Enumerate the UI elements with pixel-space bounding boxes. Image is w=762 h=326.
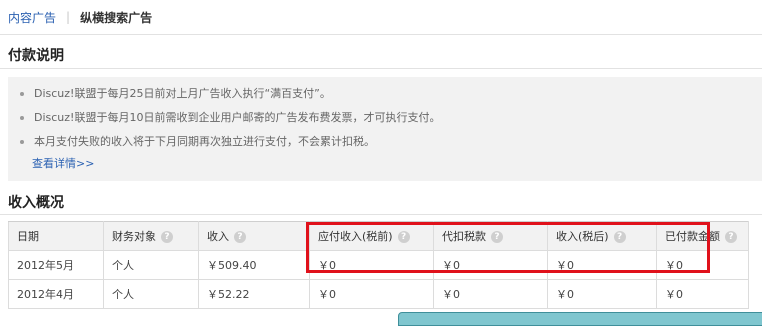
- cell-finance-target: 个人: [103, 279, 199, 309]
- view-details-link[interactable]: 查看详情>>: [32, 155, 94, 171]
- cell-payable-pretax: ￥0: [309, 279, 434, 309]
- column-header-withholding-tax: 代扣税款?: [433, 221, 548, 251]
- question-circle-icon[interactable]: ?: [161, 231, 173, 243]
- column-header-payable-pretax: 应付收入(税前)?: [309, 221, 434, 251]
- question-circle-icon[interactable]: ?: [613, 231, 626, 243]
- cell-payable-pretax: ￥0: [309, 250, 434, 280]
- breadcrumb-link-content-ads[interactable]: 内容广告: [8, 9, 56, 26]
- table-header-row: 日期 财务对象? 收入? 应付收入(税前)? 代扣税款? 收入(税后)? 已付款…: [8, 221, 749, 251]
- bottom-panel-tab[interactable]: [398, 312, 762, 326]
- column-header-income: 收入?: [198, 221, 310, 251]
- cell-income-after-tax: ￥0: [547, 250, 657, 280]
- notice-item: 本月支付失败的收入将于下月同期再次独立进行支付，不会累计扣税。: [20, 133, 762, 157]
- table-row: 2012年4月 个人 ￥52.22 ￥0 ￥0 ￥0 ￥0: [8, 279, 749, 309]
- cell-paid-amount: ￥0: [656, 279, 749, 309]
- question-circle-icon[interactable]: ?: [725, 231, 737, 243]
- cell-date: 2012年4月: [8, 279, 104, 309]
- cell-income-after-tax: ￥0: [547, 279, 657, 309]
- divider: [0, 214, 762, 215]
- column-header-finance-target: 财务对象?: [103, 221, 199, 251]
- income-table: 日期 财务对象? 收入? 应付收入(税前)? 代扣税款? 收入(税后)? 已付款…: [8, 221, 749, 309]
- cell-paid-amount: ￥0: [656, 250, 749, 280]
- question-circle-icon[interactable]: ?: [491, 231, 503, 243]
- cell-income: ￥509.40: [198, 250, 310, 280]
- question-circle-icon[interactable]: ?: [397, 231, 410, 243]
- notice-item: Discuz!联盟于每月10日前需收到企业用户邮寄的广告发布费发票，才可执行支付…: [20, 109, 762, 133]
- breadcrumb: 内容广告 | 纵横搜索广告: [8, 8, 152, 26]
- divider: [0, 68, 762, 69]
- cell-date: 2012年5月: [8, 250, 104, 280]
- payment-notice-panel: Discuz!联盟于每月25日前对上月广告收入执行“满百支付”。 Discuz!…: [8, 77, 762, 181]
- column-header-income-after-tax: 收入(税后)?: [547, 221, 657, 251]
- breadcrumb-current: 纵横搜索广告: [80, 10, 153, 25]
- cell-withholding-tax: ￥0: [433, 250, 548, 280]
- cell-withholding-tax: ￥0: [433, 279, 548, 309]
- payment-section-title: 付款说明: [8, 48, 64, 64]
- income-section-title: 收入概况: [8, 195, 64, 211]
- table-row: 2012年5月 个人 ￥509.40 ￥0 ￥0 ￥0 ￥0: [8, 250, 749, 280]
- divider: [0, 34, 762, 35]
- column-header-paid-amount: 已付款金额?: [656, 221, 749, 251]
- question-circle-icon[interactable]: ?: [234, 231, 246, 243]
- cell-income: ￥52.22: [198, 279, 310, 309]
- cell-finance-target: 个人: [103, 250, 199, 280]
- notice-item: Discuz!联盟于每月25日前对上月广告收入执行“满百支付”。: [20, 85, 762, 109]
- column-header-date: 日期: [8, 221, 104, 251]
- breadcrumb-separator: |: [66, 10, 71, 24]
